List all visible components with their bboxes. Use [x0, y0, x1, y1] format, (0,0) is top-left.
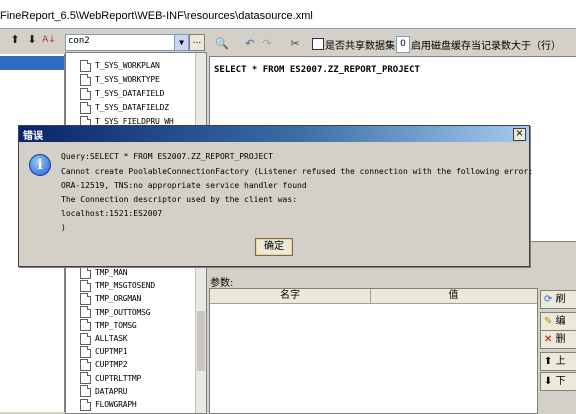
dataset-tree-selected-item[interactable] [0, 56, 64, 70]
table-name: TMP_ORGMAN [95, 294, 142, 304]
table-name: CUPTMP1 [95, 347, 128, 357]
table-list-item[interactable]: TMP_ORGMAN [80, 292, 141, 305]
error-dialog-title: 错误 [23, 131, 43, 142]
move-up-param-button[interactable]: ⬆ 上 [540, 352, 576, 371]
arrow-down-icon[interactable]: ⬇ [25, 33, 39, 47]
table-list-item[interactable]: TMP_MSGTOSEND [80, 279, 155, 292]
table-list-item[interactable]: DATAPRU [80, 385, 128, 398]
share-dataset-checkbox[interactable] [312, 38, 324, 50]
table-icon [80, 73, 91, 86]
error-dialog: 错误 × i Query:SELECT * FROM ES2007.ZZ_REP… [18, 125, 534, 267]
table-icon [80, 358, 91, 371]
editor-toolbar: 🔍 ↶ ↷ ✂ 是否共享数据集 0 启用磁盘缓存当记录数大于（行） [209, 34, 576, 54]
chevron-down-icon[interactable]: ▼ [174, 35, 188, 50]
table-name: CUPTMP2 [95, 360, 128, 370]
table-icon [80, 345, 91, 358]
table-name: ALLTASK [95, 334, 128, 343]
error-message-line: ) [61, 223, 66, 232]
preview-icon[interactable]: 🔍 [215, 37, 229, 51]
table-list-item[interactable]: T_SYS_WORKTYPE [80, 73, 160, 86]
table-list-item[interactable]: FLOWGRAPH [80, 398, 137, 411]
error-message-line: ORA-12519, TNS:no appropriate service ha… [61, 181, 307, 190]
error-message-line: localhost:1521:ES2007 [61, 209, 163, 218]
arrow-up-icon[interactable]: ⬆ [8, 33, 22, 47]
table-icon [80, 385, 91, 398]
edit-param-button[interactable]: ✎ 编 [540, 312, 576, 331]
table-icon [80, 292, 91, 305]
refresh-params-button[interactable]: ⟳ 刷 [540, 290, 576, 309]
table-icon [80, 101, 91, 114]
table-list-item[interactable]: ALLTASK [80, 332, 128, 345]
cache-label: 启用磁盘缓存当记录数大于（行） [411, 41, 561, 52]
table-name: T_SYS_DATAFIELDZ [95, 103, 169, 112]
undo-icon[interactable]: ↶ [243, 37, 257, 51]
params-table-header: 名字 值 [210, 289, 537, 304]
params-col-value: 值 [448, 290, 459, 301]
params-table[interactable]: 名字 值 [209, 288, 538, 414]
table-list-item[interactable]: CUPTMP2 [80, 358, 128, 371]
table-name: DATAPRU [95, 386, 128, 396]
table-name: TMP_MAN [95, 268, 128, 277]
table-name: T_SYS_WORKPLAN [95, 61, 160, 70]
table-icon [80, 332, 91, 345]
window-title: FineReport_6.5\WebReport\WEB-INF\resourc… [0, 10, 313, 22]
table-name: FLOWGRAPH [95, 400, 137, 409]
window-title-bar: FineReport_6.5\WebReport\WEB-INF\resourc… [0, 0, 576, 29]
table-list-item[interactable]: T_SYS_DATAFIELDZ [80, 101, 169, 114]
table-icon [80, 266, 91, 279]
scrollbar-thumb[interactable] [197, 311, 205, 371]
info-icon: i [29, 154, 51, 176]
table-name: T_SYS_WORKTYPE [95, 75, 160, 84]
error-message-line: The Connection descriptor used by the cl… [61, 195, 298, 204]
table-icon [80, 87, 91, 100]
ok-button[interactable]: 确定 [255, 238, 293, 256]
table-list-item[interactable]: T_SYS_WORKPLAN [80, 59, 160, 72]
table-name: TMP_OUTTOMSG [95, 307, 151, 317]
table-icon [80, 398, 91, 411]
table-icon [80, 279, 91, 292]
params-col-name: 名字 [210, 289, 371, 303]
connection-select-value: con2 [68, 36, 90, 46]
delete-param-button[interactable]: ✕ 删 [540, 330, 576, 349]
move-down-param-button[interactable]: ⬇ 下 [540, 372, 576, 391]
error-message-line: Cannot create PoolableConnectionFactory … [61, 167, 534, 176]
table-icon [80, 59, 91, 72]
table-name: T_SYS_DATAFIELD [95, 89, 165, 98]
cut-icon[interactable]: ✂ [288, 37, 302, 51]
table-list-item[interactable]: CUPTMP1 [80, 345, 128, 358]
table-icon [80, 319, 91, 332]
table-list-item[interactable]: TMP_OUTTOMSG [80, 306, 151, 319]
table-name: TMP_TOMSG [95, 320, 137, 330]
error-message-line: Query:SELECT * FROM ES2007.ZZ_REPORT_PRO… [61, 152, 273, 161]
error-dialog-titlebar: 错误 × [19, 126, 529, 142]
table-name: TMP_MSGTOSEND [95, 281, 156, 291]
sql-text: SELECT * FROM ES2007.ZZ_REPORT_PROJECT [214, 65, 420, 75]
connection-browse-button[interactable]: ... [189, 34, 205, 51]
left-toolbar: ⬆ ⬇ A↓ [0, 30, 64, 52]
connection-select[interactable]: con2 ▼ [65, 34, 189, 51]
sort-az-icon[interactable]: A↓ [42, 33, 56, 47]
table-list-item[interactable]: TMP_MAN [80, 266, 128, 279]
params-label: 参数: [210, 278, 234, 289]
share-dataset-label: 是否共享数据集 [325, 41, 395, 52]
table-icon [80, 372, 91, 385]
redo-icon[interactable]: ↷ [260, 37, 274, 51]
table-list-item[interactable]: T_SYS_DATAFIELD [80, 87, 164, 100]
close-icon[interactable]: × [513, 128, 526, 141]
table-list-item[interactable]: TMP_TOMSG [80, 319, 137, 332]
table-list-item[interactable]: CUPTRLTTMP [80, 372, 141, 385]
cache-row-count-spinner[interactable]: 0 [396, 36, 410, 53]
table-icon [80, 306, 91, 319]
table-name: CUPTRLTTMP [95, 373, 142, 383]
